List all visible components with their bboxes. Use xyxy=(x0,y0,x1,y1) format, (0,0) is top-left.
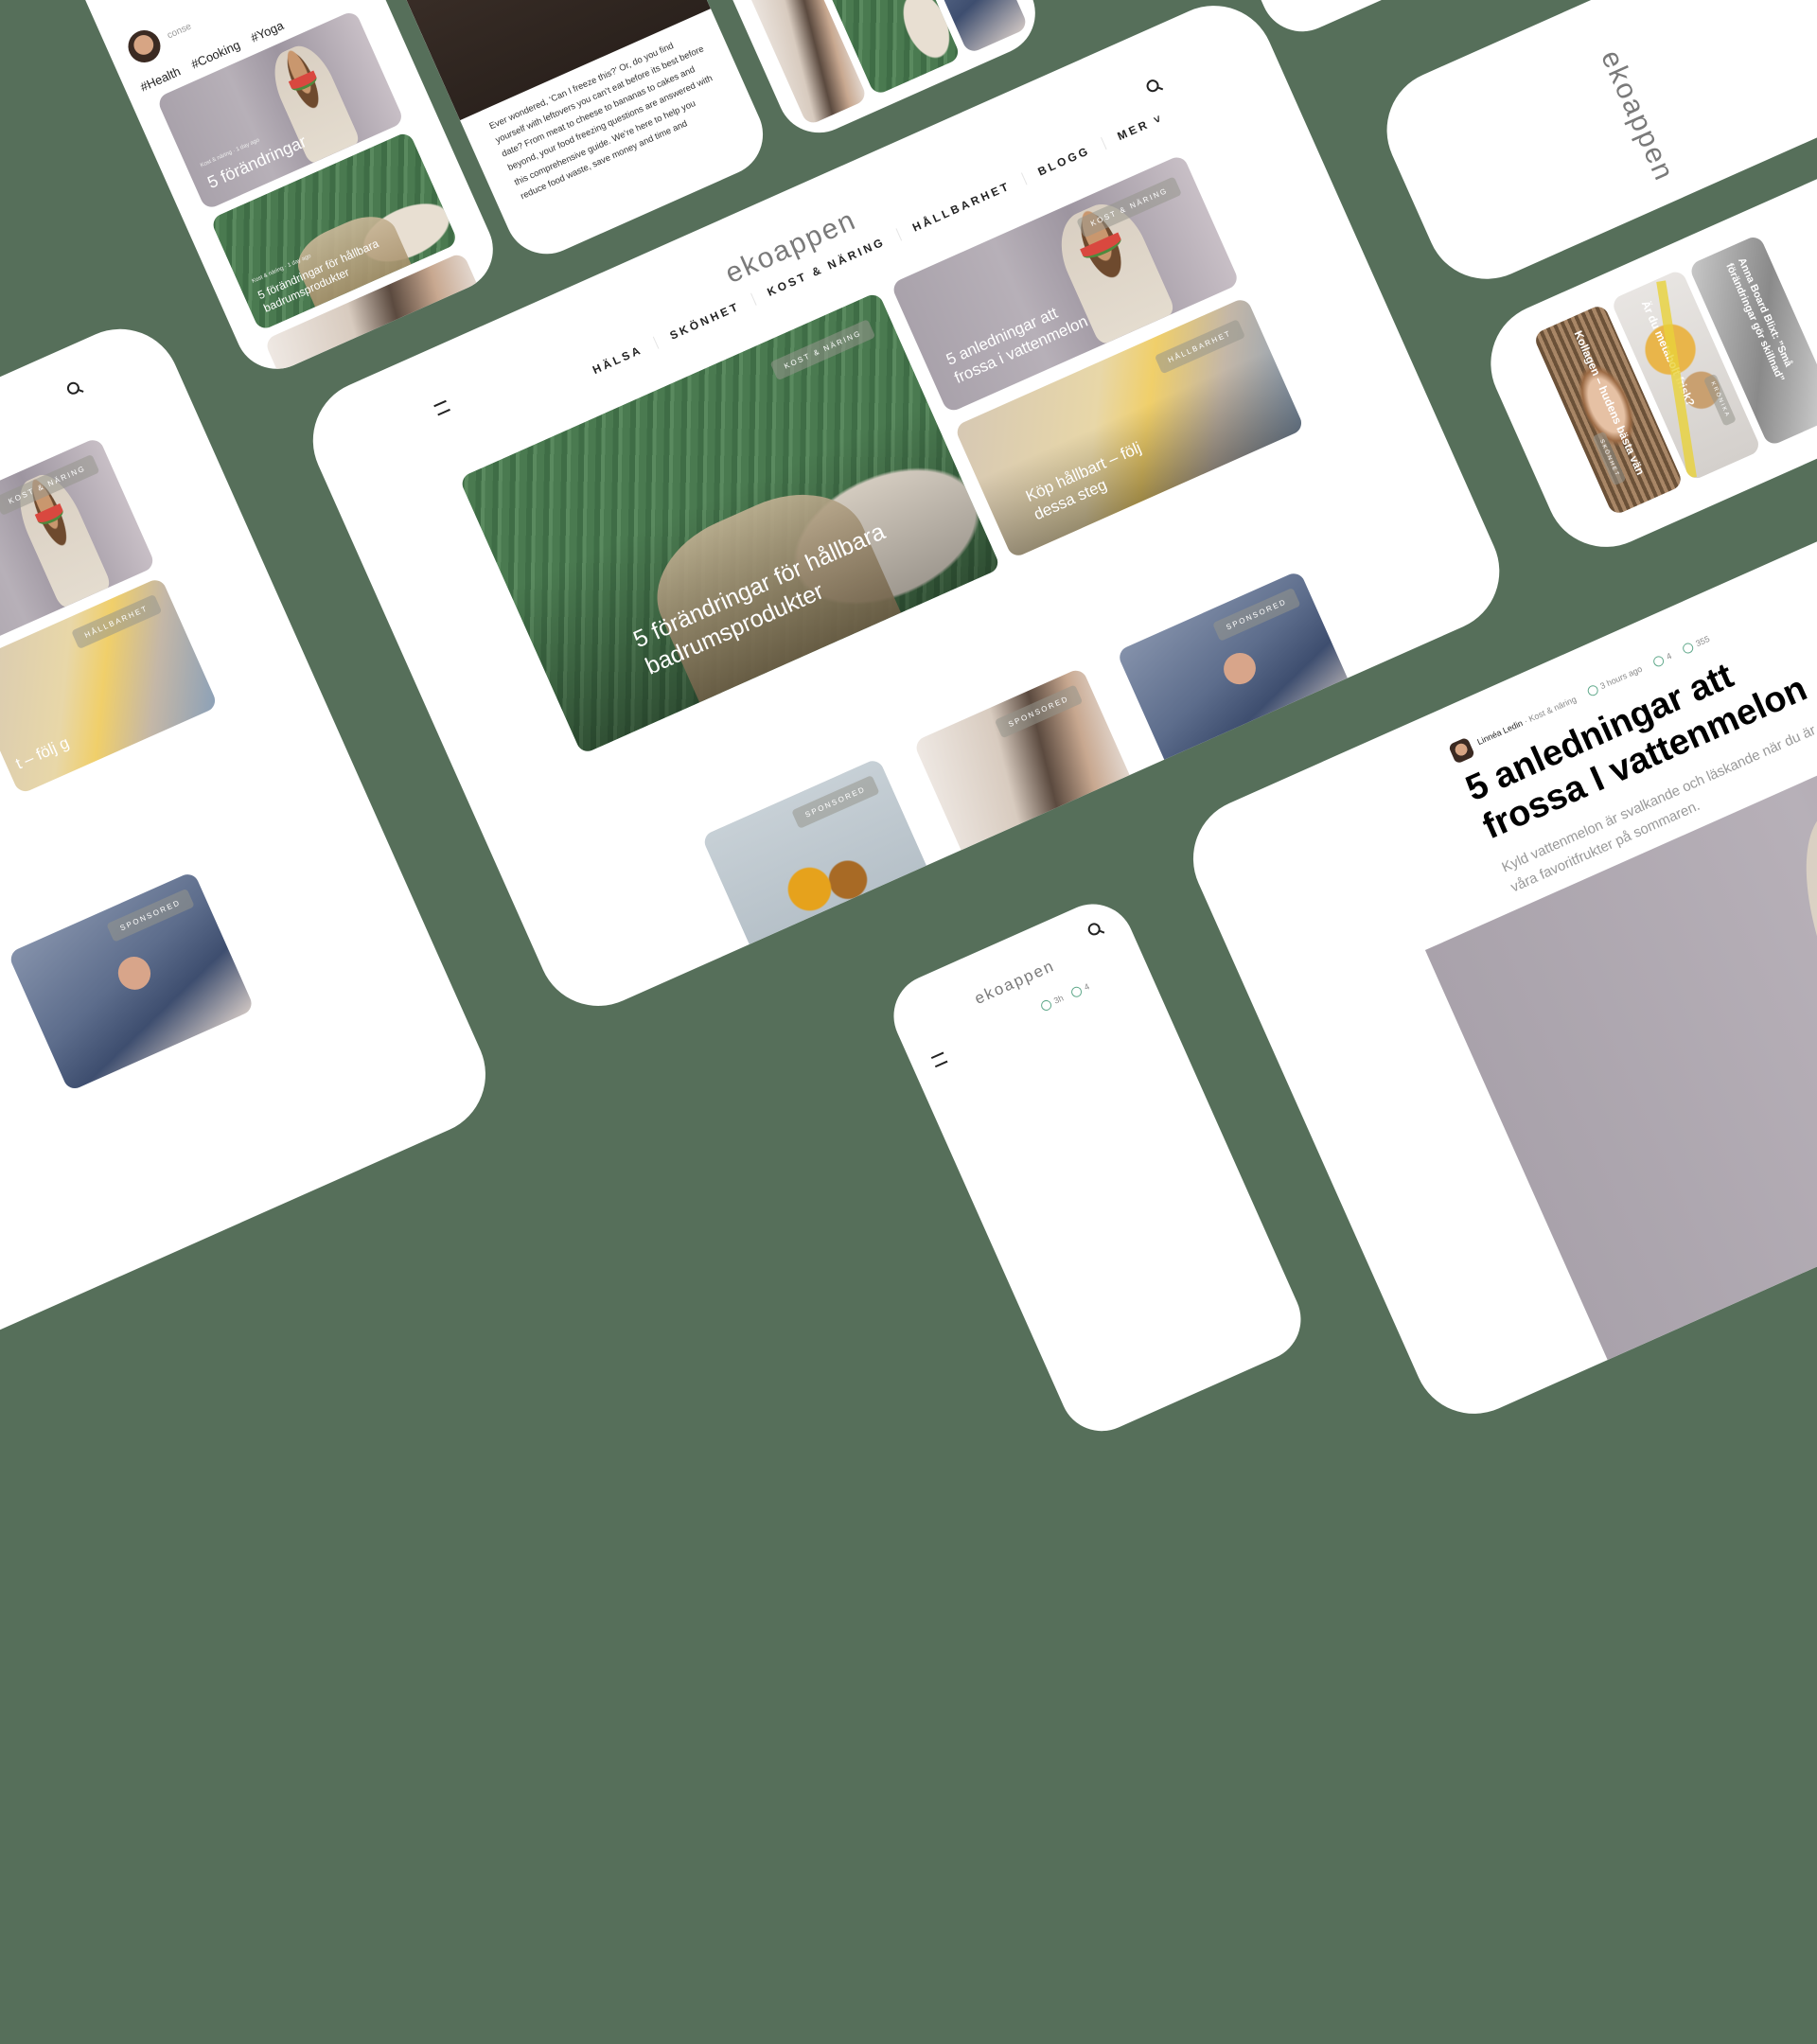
hamburger-menu-icon[interactable] xyxy=(930,1051,948,1068)
sponsored-badge: SPONSORED xyxy=(994,684,1084,739)
profile-text: conse xyxy=(166,21,193,42)
profile-avatar xyxy=(123,25,166,68)
sleeping-woman-image xyxy=(1218,646,1261,689)
bottom-phone-logo[interactable]: ekoappen xyxy=(894,922,1136,1043)
comment-icon[interactable] xyxy=(1069,985,1084,999)
article-time: 3 hours ago xyxy=(1598,663,1644,692)
tag-yoga[interactable]: #Yoga xyxy=(249,18,286,45)
author-avatar xyxy=(1447,736,1476,765)
article-hero-image xyxy=(1424,484,1817,1366)
comment-icon[interactable] xyxy=(1651,654,1667,669)
time-ago: 3h xyxy=(1052,993,1066,1006)
eye-icon xyxy=(1681,641,1696,656)
author-name[interactable]: Linnéa Ledin xyxy=(1475,718,1524,747)
left-sponsored-card[interactable]: SPONSORED xyxy=(7,871,256,1092)
splash-logo: ekoappen xyxy=(1595,45,1681,186)
sponsored-card-sleep[interactable]: SPONSORED xyxy=(1116,570,1358,782)
sponsored-card-woman[interactable]: SPONSORED xyxy=(912,666,1139,872)
story-card-title[interactable]: Anna Board Blixt: ”Små förändringar gör … xyxy=(1722,256,1804,396)
comment-count: 4 xyxy=(1665,650,1673,662)
card-title[interactable]: t – följ g xyxy=(12,721,98,774)
view-count: 355 xyxy=(1694,633,1712,649)
clock-icon xyxy=(1585,683,1600,698)
search-icon[interactable] xyxy=(64,379,82,396)
sponsored-card-turmeric[interactable]: SPONSORED xyxy=(700,757,937,966)
sponsored-badge: SPONSORED xyxy=(791,774,880,830)
sleeping-woman-image xyxy=(113,951,156,996)
article-category[interactable]: · Kost & näring xyxy=(1523,694,1578,725)
story-card-badge[interactable]: KRÖNIKA xyxy=(1702,373,1737,427)
clock-icon xyxy=(1039,998,1053,1013)
comment-count: 4 xyxy=(1083,981,1091,993)
story-card-title[interactable]: Är du metabolt frisk? xyxy=(1638,299,1698,409)
sponsored-badge: SPONSORED xyxy=(106,888,195,943)
sponsored-badge: SPONSORED xyxy=(1211,587,1301,642)
woman-watermelon-image xyxy=(1768,767,1817,1219)
card-badge[interactable]: HÅLLBARHET xyxy=(70,593,163,650)
bottom-phone-meta: 3h 4 xyxy=(1039,981,1091,1013)
